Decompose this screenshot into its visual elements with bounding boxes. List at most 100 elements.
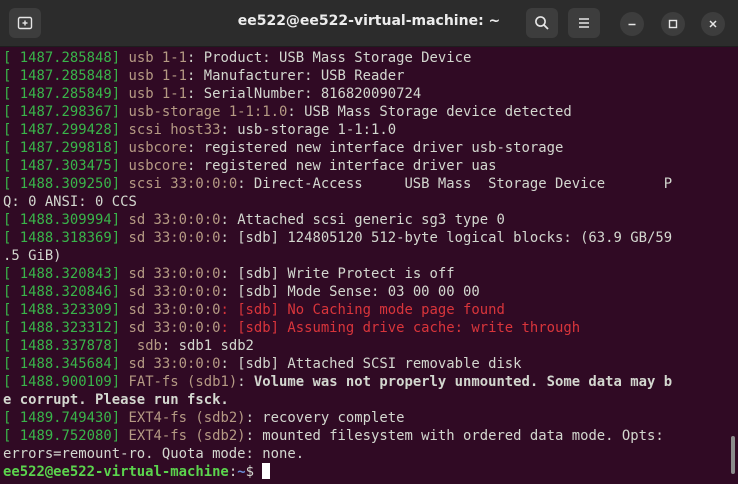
terminal-text-segment: sdb <box>128 338 162 354</box>
terminal-text-segment: FAT-fs (sdb1) <box>128 374 238 390</box>
terminal-text-segment: usb 1-1 <box>128 50 188 66</box>
terminal-text-segment: 1487.298367 <box>19 104 112 120</box>
terminal-text-segment: : [sdb] 124805120 512-byte logical block… <box>220 230 673 246</box>
minimize-button[interactable] <box>620 12 644 36</box>
terminal-line: .5 GiB) <box>3 247 724 265</box>
terminal-text-segment: scsi host33 <box>128 122 221 138</box>
terminal-text-segment: [ <box>3 176 20 192</box>
terminal-text-segment: ] <box>111 284 129 300</box>
terminal-text-segment: 1487.285848 <box>19 68 112 84</box>
terminal-text-segment: [ <box>3 266 20 282</box>
terminal-text-segment: : Direct-Access USB Mass Storage Device … <box>237 176 673 192</box>
terminal-text-segment: usbcore <box>128 158 188 174</box>
terminal-text-segment: [ <box>3 338 20 354</box>
terminal-output[interactable]: [ 1487.285848] usb 1-1: Product: USB Mas… <box>3 49 724 484</box>
terminal-line: [ 1487.303475] usbcore: registered new i… <box>3 157 724 175</box>
terminal-line: [ 1488.318369] sd 33:0:0:0: [sdb] 124805… <box>3 229 724 247</box>
terminal-text-segment: ] <box>111 50 129 66</box>
terminal-line: [ 1487.285848] usb 1-1: Manufacturer: US… <box>3 67 724 85</box>
hamburger-menu-icon <box>579 18 589 28</box>
close-icon <box>709 20 717 28</box>
terminal-text-segment: ] <box>111 86 129 102</box>
search-button[interactable] <box>526 8 558 38</box>
terminal-text-segment: : [sdb] Assuming drive cache: write thro… <box>220 320 581 336</box>
terminal-text-segment: usb 1-1 <box>128 86 188 102</box>
terminal-text-segment: .5 GiB) <box>3 248 62 264</box>
terminal-text-segment: : registered new interface driver usb-st… <box>187 140 564 156</box>
terminal-text-segment: ] <box>111 212 129 228</box>
terminal-text-segment: : recovery complete <box>245 410 405 426</box>
terminal-text-segment: [ <box>3 212 20 228</box>
maximize-button[interactable] <box>661 12 685 36</box>
terminal-text-segment: [ <box>3 122 20 138</box>
terminal-line: [ 1488.323312] sd 33:0:0:0: [sdb] Assumi… <box>3 319 724 337</box>
terminal-window: ee522@ee522-virtual-machine: ~ [1487.28… <box>0 0 738 484</box>
terminal-text-segment: ] <box>111 302 129 318</box>
terminal-line: [ 1488.323309] sd 33:0:0:0: [sdb] No Cac… <box>3 301 724 319</box>
terminal-text-segment: 1488.320843 <box>19 266 112 282</box>
search-icon <box>535 16 549 30</box>
terminal-line: [ 1488.309994] sd 33:0:0:0: Attached scs… <box>3 211 724 229</box>
terminal-text-segment: : SerialNumber: 816820090724 <box>187 86 422 102</box>
terminal-text-segment: usb 1-1 <box>128 68 188 84</box>
terminal-text-segment: : [sdb] Attached SCSI removable disk <box>220 356 522 372</box>
terminal-text-segment: sd 33:0:0:0 <box>128 230 221 246</box>
terminal-text-segment: sd 33:0:0:0 <box>128 302 221 318</box>
minimize-icon <box>628 23 636 26</box>
prompt-line[interactable]: ee522@ee522-virtual-machine:~$ <box>3 463 724 481</box>
terminal-text-segment: : sdb1 sdb2 <box>161 338 254 354</box>
terminal-text-segment: usbcore <box>128 140 188 156</box>
terminal-text-segment: sd 33:0:0:0 <box>128 212 221 228</box>
title-bar[interactable]: ee522@ee522-virtual-machine: ~ <box>0 0 738 47</box>
terminal-line: [ 1487.299428] scsi host33: usb-storage … <box>3 121 724 139</box>
terminal-line: [ 1489.749430] EXT4-fs (sdb2): recovery … <box>3 409 724 427</box>
terminal-text-segment: [ <box>3 374 20 390</box>
terminal-text-segment: 1488.309250 <box>19 176 112 192</box>
terminal-text-segment: usb-storage 1-1:1.0 <box>128 104 288 120</box>
terminal-text-segment: ] <box>111 230 129 246</box>
terminal-line: [ 1488.320846] sd 33:0:0:0: [sdb] Mode S… <box>3 283 724 301</box>
terminal-line: [ 1488.345684] sd 33:0:0:0: [sdb] Attach… <box>3 355 724 373</box>
terminal-text-segment: sd 33:0:0:0 <box>128 266 221 282</box>
terminal-text-segment: 1488.323309 <box>19 302 112 318</box>
terminal-line: [ 1487.298367] usb-storage 1-1:1.0: USB … <box>3 103 724 121</box>
terminal-text-segment: 1488.337878 <box>19 338 112 354</box>
terminal-line: [ 1487.285848] usb 1-1: Product: USB Mas… <box>3 49 724 67</box>
terminal-text-segment: 1487.285849 <box>19 86 112 102</box>
terminal-text-segment: 1489.749430 <box>19 410 112 426</box>
terminal-text-segment: Volume was not properly unmounted. Some … <box>253 374 673 390</box>
terminal-line: [ 1488.337878] sdb: sdb1 sdb2 <box>3 337 724 355</box>
close-button[interactable] <box>701 12 725 36</box>
terminal-text-segment: : Attached scsi generic sg3 type 0 <box>220 212 505 228</box>
terminal-text-segment: ] <box>111 104 129 120</box>
terminal-line: [ 1487.299818] usbcore: registered new i… <box>3 139 724 157</box>
menu-button[interactable] <box>568 8 600 38</box>
terminal-text-segment: EXT4-fs (sdb2) <box>128 410 246 426</box>
terminal-text-segment: 1487.299818 <box>19 140 112 156</box>
terminal-text-segment: [ <box>3 158 20 174</box>
terminal-line: e corrupt. Please run fsck. <box>3 391 724 409</box>
terminal-text-segment: [ <box>3 428 20 444</box>
scrollbar[interactable] <box>731 436 735 474</box>
terminal-text-segment: : registered new interface driver uas <box>187 158 497 174</box>
terminal-text-segment: 1487.303475 <box>19 158 112 174</box>
terminal-line: errors=remount-ro. Quota mode: none. <box>3 445 724 463</box>
terminal-text-segment: ] <box>111 176 129 192</box>
terminal-text-segment: : USB Mass Storage device detected <box>287 104 572 120</box>
terminal-line: [ 1489.752080] EXT4-fs (sdb2): mounted f… <box>3 427 724 445</box>
terminal-text-segment: ] <box>111 338 129 354</box>
terminal-text-segment: [ <box>3 320 20 336</box>
terminal-text-segment: ] <box>111 266 129 282</box>
terminal-text-segment: 1488.309994 <box>19 212 112 228</box>
terminal-text-segment: ] <box>111 122 129 138</box>
terminal-text-segment: 1488.320846 <box>19 284 112 300</box>
terminal-text-segment: 1488.323312 <box>19 320 112 336</box>
terminal-line: [ 1488.309250] scsi 33:0:0:0: Direct-Acc… <box>3 175 724 193</box>
terminal-text-segment: sd 33:0:0:0 <box>128 284 221 300</box>
terminal-text-segment: : [sdb] Mode Sense: 03 00 00 00 <box>220 284 480 300</box>
terminal-text-segment: [ <box>3 356 20 372</box>
terminal-text-segment: ] <box>111 356 129 372</box>
terminal-text-segment: : Manufacturer: USB Reader <box>187 68 405 84</box>
terminal-text-segment: 1487.299428 <box>19 122 112 138</box>
terminal-text-segment: : usb-storage 1-1:1.0 <box>220 122 397 138</box>
